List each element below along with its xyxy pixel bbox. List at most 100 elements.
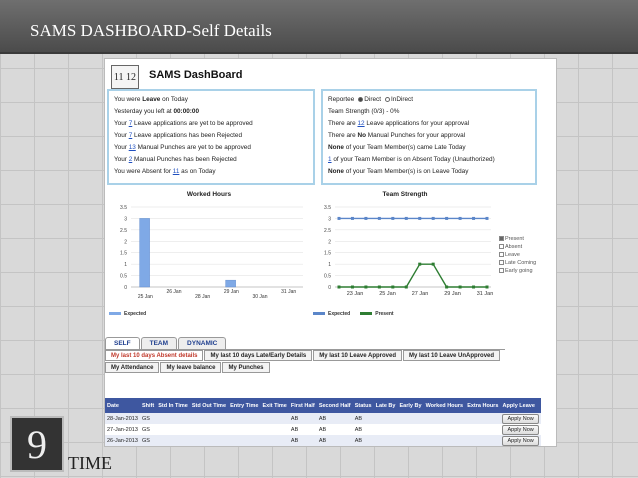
series-checkbox[interactable]: Late Coming — [499, 259, 536, 267]
data-point — [485, 285, 489, 289]
series-checkbox[interactable]: Absent — [499, 243, 536, 251]
data-point — [377, 216, 381, 220]
checkbox-icon[interactable] — [499, 268, 504, 274]
table-cell — [423, 424, 466, 435]
team-strength-chart: Team Strength 0 0.5 1 1.5 2 2.5 3 3.5 23 Jan 25 J… — [313, 191, 497, 319]
y-tick-label: 1 — [328, 262, 331, 268]
data-point — [445, 285, 449, 289]
line-text: Manual Punches are yet to be approved — [135, 144, 251, 151]
apply-now-button[interactable]: Apply Now — [502, 413, 539, 424]
app-logo: 11 12 — [111, 65, 139, 89]
table-cell: AB — [352, 413, 374, 424]
checkbox-icon[interactable] — [499, 236, 504, 242]
column-header: Late By — [373, 398, 398, 413]
team-summary-line: There are 12 Leave applications for your… — [328, 118, 530, 130]
table-cell — [397, 413, 424, 424]
sub-tabs: My last 10 days Absent details My last 10… — [105, 349, 505, 374]
data-point — [472, 285, 476, 289]
table-cell: AB — [316, 413, 353, 424]
table-cell: AB — [316, 424, 353, 435]
y-tick-label: 3.5 — [324, 205, 331, 211]
checkbox-label: Leave — [505, 252, 520, 258]
data-point — [458, 285, 462, 289]
table-cell — [260, 413, 289, 424]
column-header: Status — [352, 398, 374, 413]
tab-self[interactable]: SELF — [105, 337, 140, 349]
y-tick-label: 2.5 — [120, 228, 127, 234]
table-cell — [156, 435, 190, 446]
x-tick-label: 28 Jan — [195, 294, 210, 300]
self-summary-line: Yesterday you left at 00:00:00 — [114, 106, 308, 118]
checkbox-icon[interactable] — [499, 244, 504, 250]
table-cell — [373, 413, 398, 424]
sub-tab[interactable]: My Punches — [222, 362, 270, 373]
radio-direct[interactable]: Direct — [358, 94, 381, 106]
data-point — [350, 216, 354, 220]
data-point — [418, 216, 422, 220]
line-text: of your Team Member(s) is on Leave Today — [343, 168, 469, 175]
line-text: You were Absent for — [114, 168, 173, 175]
x-tick-label: 31 Jan — [281, 289, 296, 295]
x-tick-label: 26 Jan — [166, 289, 181, 295]
sub-tab[interactable]: My last 10 days Absent details — [105, 350, 204, 361]
table-cell — [465, 413, 501, 424]
self-summary-panel: You were Leave on Today Yesterday you lef… — [107, 89, 315, 185]
checkbox-icon[interactable] — [499, 252, 504, 258]
table-cell — [156, 424, 190, 435]
data-point — [337, 216, 341, 220]
y-tick-label: 3 — [124, 216, 127, 222]
chart-legend: Expected — [109, 311, 146, 317]
series-checkbox[interactable]: Early going — [499, 267, 536, 275]
corner-logo: 9 — [10, 416, 64, 472]
table-cell — [423, 435, 466, 446]
data-point — [350, 285, 354, 289]
x-tick-label: 27 Jan — [412, 291, 429, 297]
table-cell — [423, 413, 466, 424]
reportee-filter: Reportee Direct InDirect — [328, 94, 530, 106]
table-cell: Apply Now — [500, 435, 541, 446]
table-cell: 26-Jan-2013 — [105, 435, 140, 446]
chart-title: Team Strength — [382, 191, 428, 198]
table-cell: Apply Now — [500, 424, 541, 435]
table-cell — [189, 424, 229, 435]
table-cell: AB — [352, 424, 374, 435]
sub-tab[interactable]: My leave balance — [160, 362, 222, 373]
x-tick-label: 30 Jan — [252, 294, 267, 300]
bar — [225, 279, 236, 288]
checkbox-label: Present — [505, 236, 524, 242]
tab-dynamic[interactable]: DYNAMIC — [178, 337, 227, 349]
table-row: 27-Jan-2013 GS AB AB AB Apply Now — [105, 424, 541, 435]
table-cell: Apply Now — [500, 413, 541, 424]
line-text: Manual Punches has been Rejected — [132, 156, 237, 163]
table-cell — [260, 435, 289, 446]
series-checkbox[interactable]: Present — [499, 235, 536, 243]
absent-details-table: Date Shift Std In Time Std Out Time Entry Ti… — [105, 398, 541, 446]
data-point — [472, 216, 476, 220]
sub-tab[interactable]: My Attendance — [105, 362, 160, 373]
line-text: Your — [114, 120, 129, 127]
column-header: Std In Time — [156, 398, 190, 413]
table-cell — [260, 424, 289, 435]
line-text: There are — [328, 132, 358, 139]
sub-tab[interactable]: My last 10 days Late/Early Details — [204, 350, 313, 361]
count-link[interactable]: 13 — [129, 144, 136, 151]
line-text: Leave applications are yet to be approve… — [132, 120, 253, 127]
sub-tab[interactable]: My last 10 Leave Approved — [313, 350, 403, 361]
apply-now-button[interactable]: Apply Now — [502, 435, 539, 446]
sub-tab[interactable]: My last 10 Leave UnApproved — [403, 350, 501, 361]
line-text: of your Team Member(s) came Late Today — [343, 144, 466, 151]
count-link[interactable]: 12 — [357, 120, 364, 127]
self-summary-line: You were Absent for 11 as on Today — [114, 166, 308, 178]
table-cell — [228, 435, 261, 446]
apply-now-button[interactable]: Apply Now — [502, 424, 539, 435]
data-point — [404, 285, 408, 289]
series-checkbox[interactable]: Leave — [499, 251, 536, 259]
y-tick-label: 1 — [124, 262, 127, 268]
table-cell: AB — [288, 435, 317, 446]
data-point — [485, 216, 489, 220]
tab-team[interactable]: TEAM — [140, 337, 178, 349]
checkbox-icon[interactable] — [499, 260, 504, 266]
line-value: No — [357, 132, 367, 139]
table-cell: AB — [352, 435, 374, 446]
radio-indirect[interactable]: InDirect — [385, 94, 413, 106]
